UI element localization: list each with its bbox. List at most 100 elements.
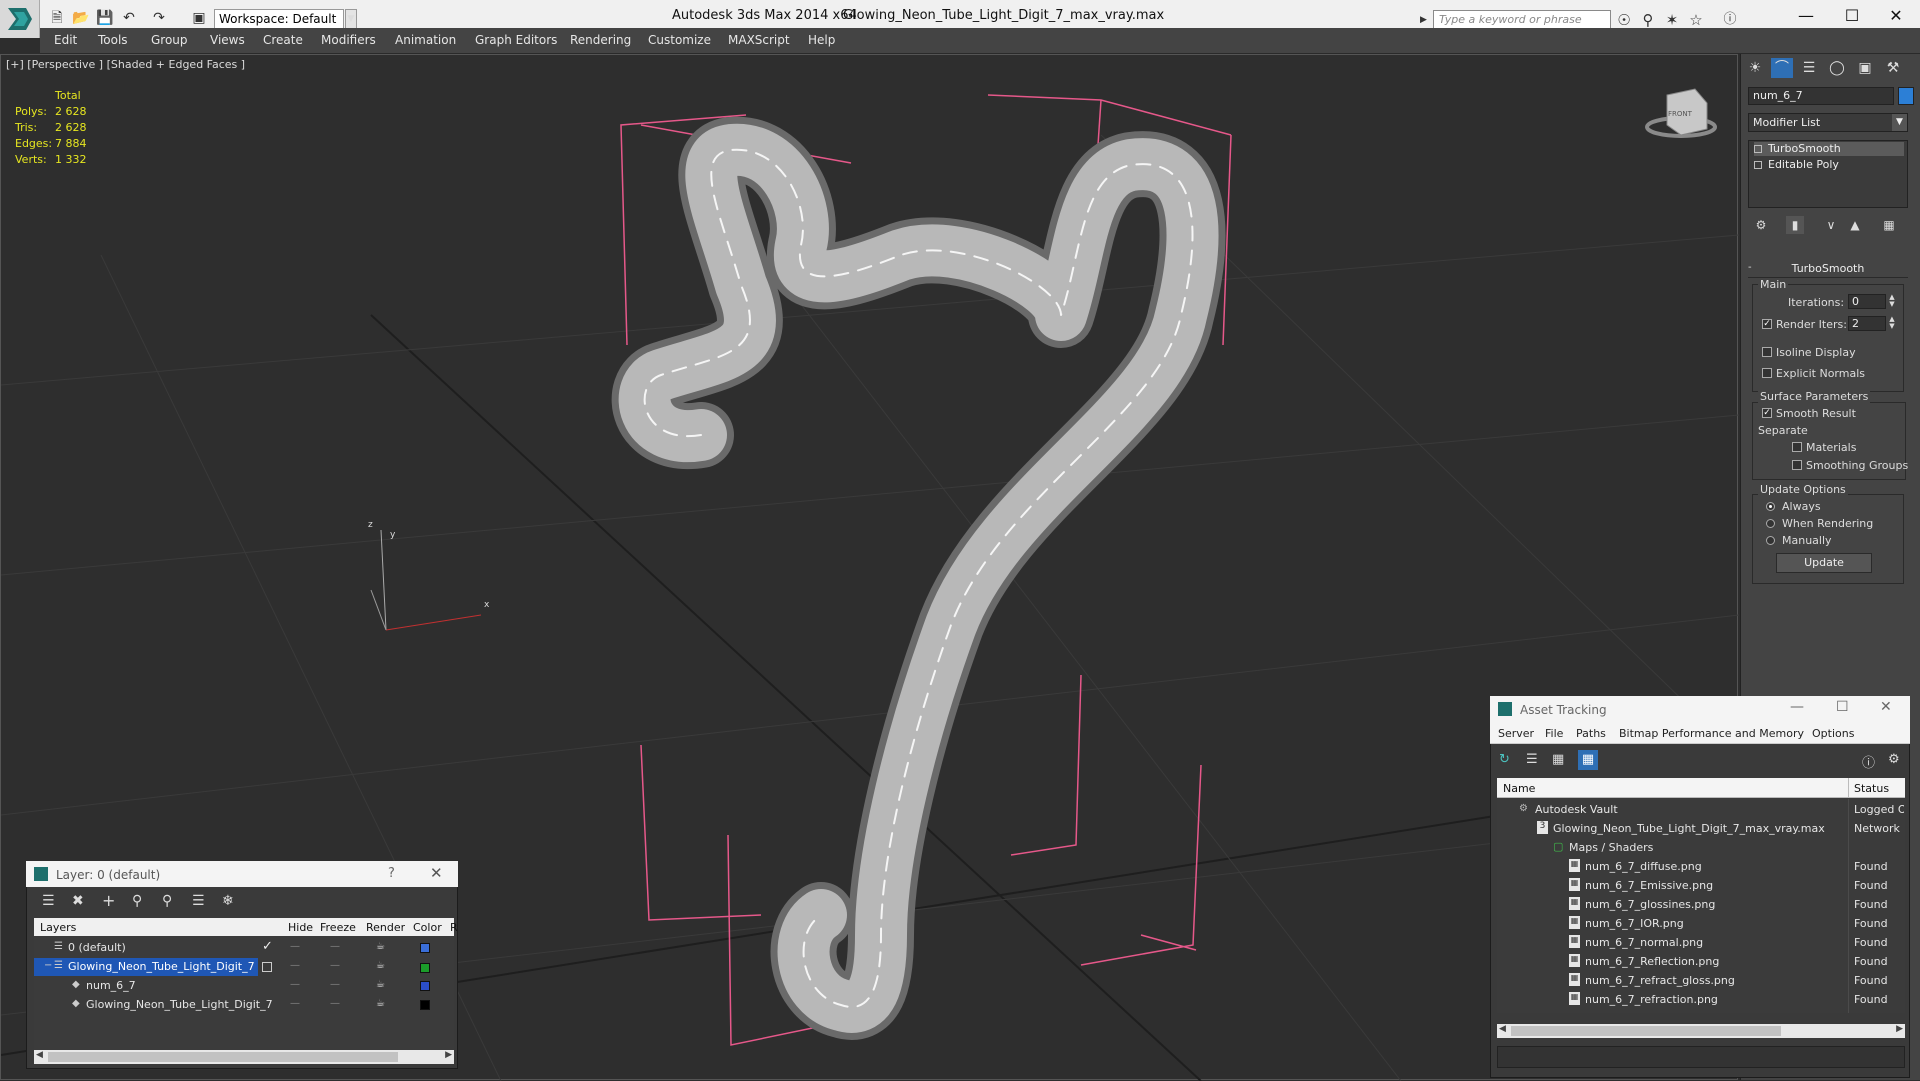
menu-group[interactable]: Group: [151, 33, 188, 47]
search-icon[interactable]: ⚲: [1638, 10, 1658, 30]
project-folder-icon[interactable]: ▣: [190, 10, 208, 26]
menu-customize[interactable]: Customize: [648, 33, 711, 47]
stack-item-editable-poly[interactable]: Editable Poly: [1754, 158, 1904, 172]
layer-color-swatch[interactable]: [420, 981, 430, 991]
menu-modifiers[interactable]: Modifiers: [321, 33, 376, 47]
asset-menu-paths[interactable]: Paths: [1576, 727, 1606, 740]
render-teapot-icon[interactable]: ☕: [376, 979, 385, 990]
chevron-down-icon[interactable]: ▼: [345, 9, 357, 29]
minimize-icon[interactable]: —: [1790, 699, 1804, 715]
menu-maxscript[interactable]: MAXScript: [728, 33, 790, 47]
modifier-list-dropdown[interactable]: Modifier List: [1748, 113, 1908, 132]
stack-item-turbosmooth[interactable]: TurboSmooth: [1754, 142, 1904, 156]
close-icon[interactable]: ✕: [1880, 699, 1892, 715]
menu-animation[interactable]: Animation: [395, 33, 456, 47]
configure-modifier-sets-icon[interactable]: ▦: [1880, 216, 1898, 234]
help-icon[interactable]: ⓘ: [1720, 10, 1740, 30]
spinner-arrows-icon[interactable]: ▲ ▼: [1887, 294, 1897, 309]
table-row[interactable]: ◆ num_6_7 — — ☕: [34, 977, 454, 995]
list-view-icon[interactable]: ☰: [1526, 752, 1538, 767]
collapse-icon[interactable]: −: [44, 960, 52, 971]
table-row[interactable]: ▢ Maps / Shaders: [1497, 839, 1905, 857]
redo-icon[interactable]: ↷: [150, 10, 168, 26]
table-row[interactable]: − ☰ Glowing_Neon_Tube_Light_Digit_7: [34, 958, 258, 976]
select-objects-icon[interactable]: ⚲: [132, 893, 142, 909]
freeze-toggle[interactable]: —: [330, 960, 340, 971]
lightbulb-icon[interactable]: [1754, 145, 1762, 153]
column-layers[interactable]: Layers: [40, 921, 76, 934]
update-button[interactable]: Update: [1776, 553, 1872, 573]
table-row[interactable]: ▦ num_6_7_Reflection.png Found: [1497, 953, 1905, 971]
table-row[interactable]: ⚙ Autodesk Vault Logged O: [1497, 801, 1905, 819]
layer-color-swatch[interactable]: [420, 1000, 430, 1010]
horizontal-scrollbar[interactable]: ◀ ▶: [34, 1050, 454, 1064]
freeze-toggle[interactable]: —: [330, 979, 340, 990]
undo-icon[interactable]: ↶: [120, 10, 138, 26]
explicit-normals-checkbox[interactable]: [1762, 368, 1772, 378]
menu-tools[interactable]: Tools: [98, 33, 128, 47]
create-tab-icon[interactable]: ☀: [1744, 58, 1766, 78]
column-color[interactable]: Color: [413, 921, 442, 934]
minimize-icon[interactable]: —: [1786, 4, 1826, 28]
motion-tab-icon[interactable]: ◯: [1826, 58, 1848, 78]
iterations-spinner[interactable]: 0: [1848, 294, 1886, 309]
table-row[interactable]: ▦ num_6_7_refract_gloss.png Found: [1497, 972, 1905, 990]
save-file-icon[interactable]: 💾: [96, 10, 114, 26]
column-hide[interactable]: Hide: [288, 921, 313, 934]
materials-checkbox[interactable]: [1792, 442, 1802, 452]
close-icon[interactable]: ✕: [1876, 4, 1916, 28]
utilities-tab-icon[interactable]: ⚒: [1882, 58, 1904, 78]
hide-toggle[interactable]: —: [290, 979, 300, 990]
manually-radio[interactable]: [1766, 536, 1775, 545]
render-teapot-icon[interactable]: ☕: [376, 941, 385, 952]
hierarchy-tab-icon[interactable]: ☰: [1798, 58, 1820, 78]
table-view-icon[interactable]: ▦: [1552, 752, 1564, 767]
table-row[interactable]: ◆ Glowing_Neon_Tube_Light_Digit_7 — — ☕: [34, 996, 454, 1014]
maximize-icon[interactable]: ☐: [1832, 4, 1872, 28]
freeze-all-layers-icon[interactable]: ❄: [222, 893, 234, 909]
chevron-down-icon[interactable]: ▼: [1892, 114, 1907, 131]
new-file-icon[interactable]: 🗎: [48, 10, 66, 26]
smooth-result-checkbox[interactable]: ✓: [1762, 408, 1772, 418]
table-row[interactable]: ▦ num_6_7_Emissive.png Found: [1497, 877, 1905, 895]
current-layer-box[interactable]: [262, 962, 272, 972]
help-icon[interactable]: ?: [388, 866, 395, 881]
column-render[interactable]: Render: [366, 921, 405, 934]
star-icon[interactable]: ☆: [1686, 10, 1706, 30]
render-teapot-icon[interactable]: ☕: [376, 998, 385, 1009]
menu-views[interactable]: Views: [210, 33, 245, 47]
vault-icon[interactable]: ⚙: [1888, 752, 1900, 767]
column-radiosity[interactable]: R: [450, 921, 458, 934]
chevron-right-icon[interactable]: ▶: [1420, 10, 1432, 30]
menu-help[interactable]: Help: [808, 33, 835, 47]
highlight-layer-icon[interactable]: ⚲: [162, 893, 172, 909]
freeze-toggle[interactable]: —: [330, 941, 340, 952]
grid-view-icon[interactable]: ▦: [1578, 750, 1598, 770]
table-row[interactable]: ☰ 0 (default) ✓ — — ☕: [34, 939, 454, 957]
table-row[interactable]: ▦ num_6_7_diffuse.png Found: [1497, 858, 1905, 876]
smoothing-groups-checkbox[interactable]: [1792, 460, 1802, 470]
asset-menu-bitmap[interactable]: Bitmap Performance and Memory: [1619, 727, 1804, 740]
close-icon[interactable]: ✕: [430, 864, 443, 882]
open-file-icon[interactable]: 📂: [72, 10, 90, 26]
binoculars-icon[interactable]: ☉: [1614, 10, 1634, 30]
always-radio[interactable]: [1766, 502, 1775, 511]
hide-toggle[interactable]: —: [290, 998, 300, 1009]
freeze-toggle[interactable]: —: [330, 998, 340, 1009]
render-iters-spinner[interactable]: 2: [1848, 316, 1886, 331]
maximize-icon[interactable]: ☐: [1836, 699, 1849, 715]
modify-tab-icon[interactable]: ⌒: [1771, 58, 1793, 78]
viewport-label[interactable]: [+] [Perspective ] [Shaded + Edged Faces…: [6, 58, 245, 71]
layer-color-swatch[interactable]: [420, 963, 430, 973]
object-color-swatch[interactable]: [1898, 87, 1914, 105]
menu-graph-editors[interactable]: Graph Editors: [475, 33, 557, 47]
asset-menu-options[interactable]: Options: [1812, 727, 1854, 740]
menu-rendering[interactable]: Rendering: [570, 33, 631, 47]
hide-toggle[interactable]: —: [290, 960, 300, 971]
pin-stack-icon[interactable]: ⚙: [1752, 216, 1770, 234]
table-row[interactable]: ▦ num_6_7_refraction.png Found: [1497, 991, 1905, 1009]
refresh-icon[interactable]: ↻: [1499, 752, 1510, 767]
satellite-icon[interactable]: ✶: [1662, 10, 1682, 30]
render-teapot-icon[interactable]: ☕: [376, 960, 385, 971]
remove-modifier-icon[interactable]: ▲: [1846, 216, 1864, 234]
